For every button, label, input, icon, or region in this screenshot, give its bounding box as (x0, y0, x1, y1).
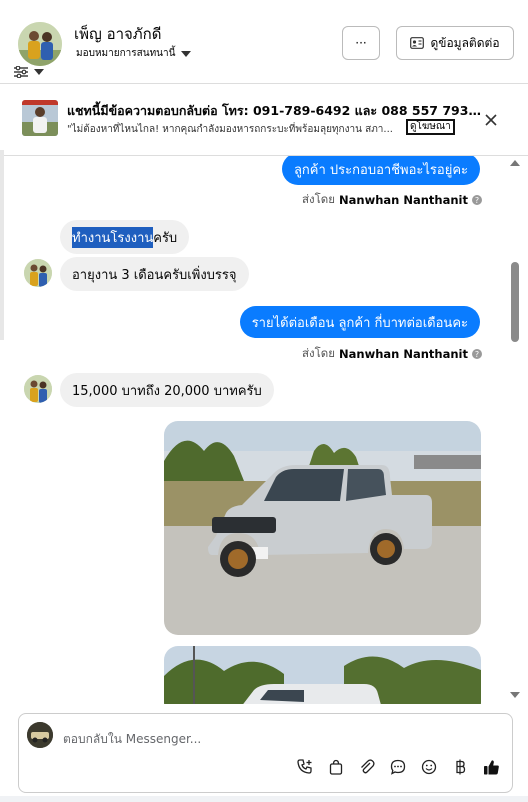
left-edge-strip (0, 150, 4, 340)
incoming-message[interactable]: อายุงาน 3 เดือนครับเพิ่งบรรจุ (60, 257, 249, 291)
sent-by-prefix: ส่งโดย (301, 346, 336, 360)
chevron-down-icon (34, 69, 44, 75)
sliders-icon (14, 66, 28, 78)
messenger-panel: เพ็ญ อาจภักดี มอบหมายการสนทนานี้ ··· ดูข… (0, 0, 528, 802)
sender-name: Nanwhan Nanthanit (339, 347, 468, 361)
sent-by-label: ส่งโดย Nanwhan Nanthanit ? (302, 345, 482, 363)
baht-icon[interactable] (451, 758, 469, 776)
sent-by-label: ส่งโดย Nanwhan Nanthanit ? (302, 191, 482, 209)
like-icon[interactable] (482, 758, 500, 776)
info-icon[interactable]: ? (472, 349, 482, 359)
message-input[interactable]: ตอบกลับใน Messenger... (63, 730, 201, 749)
sent-by-prefix: ส่งโดย (301, 192, 336, 206)
ad-thumbnail (22, 100, 58, 136)
call-add-icon[interactable] (296, 758, 314, 776)
scroll-down-arrow[interactable] (510, 692, 520, 698)
page-avatar (27, 722, 53, 748)
more-options-button[interactable]: ··· (342, 26, 380, 60)
conversation-header: เพ็ญ อาจภักดี มอบหมายการสนทนานี้ ··· ดูข… (0, 0, 528, 84)
contact-card-icon (410, 37, 425, 49)
message-image[interactable] (164, 646, 481, 704)
reply-composer: ตอบกลับใน Messenger... (18, 713, 513, 793)
chevron-down-icon (181, 50, 192, 57)
contact-avatar-small[interactable] (24, 259, 52, 287)
attach-icon[interactable] (358, 758, 376, 776)
message-text: ครับ (153, 230, 178, 246)
message-thread: ลูกค้า ประกอบอาชีพอะไรอยู่คะ ส่งโดย Nanw… (0, 156, 528, 704)
assign-conversation-dropdown[interactable]: มอบหมายการสนทนานี้ (76, 46, 192, 61)
emoji-icon[interactable] (420, 758, 438, 776)
incoming-message[interactable]: ทำงานโรงงาน ครับ (60, 220, 190, 254)
scrollbar-thumb[interactable] (511, 262, 519, 342)
close-icon (485, 114, 497, 126)
view-ad-link[interactable]: ดูโฆษณา (406, 119, 455, 135)
sender-name: Nanwhan Nanthanit (339, 193, 468, 207)
filter-menu-button[interactable] (14, 64, 50, 80)
contact-avatar-small[interactable] (24, 375, 52, 403)
selected-text: ทำงานโรงงาน (72, 226, 154, 248)
info-icon[interactable]: ? (472, 195, 482, 205)
message-image[interactable] (164, 421, 481, 635)
scroll-up-arrow[interactable] (510, 160, 520, 166)
composer-toolbar (296, 758, 500, 776)
chat-icon[interactable] (389, 758, 407, 776)
view-contact-label: ดูข้อมูลติดต่อ (430, 35, 500, 50)
close-banner-button[interactable] (481, 110, 501, 130)
contact-avatar[interactable] (18, 22, 62, 66)
contact-name: เพ็ญ อาจภักดี (74, 25, 162, 43)
ad-title: แชทนี้มีข้อความตอบกลับต่อ โทร: 091-789-6… (67, 103, 489, 118)
view-contact-button[interactable]: ดูข้อมูลติดต่อ (396, 26, 514, 60)
bag-icon[interactable] (327, 758, 345, 776)
assign-label: มอบหมายการสนทนานี้ (76, 48, 176, 59)
outgoing-message[interactable]: รายได้ต่อเดือน ลูกค้า กี่บาทต่อเดือนคะ (239, 306, 480, 338)
incoming-message[interactable]: 15,000 บาทถึง 20,000 บาทครับ (60, 373, 274, 407)
outgoing-message[interactable]: ลูกค้า ประกอบอาชีพอะไรอยู่คะ (281, 156, 480, 185)
bottom-edge (0, 796, 528, 802)
ad-reference-banner: แชทนี้มีข้อความตอบกลับต่อ โทร: 091-789-6… (0, 84, 528, 156)
ad-subtitle: "ไม่ต้องหาที่ไหนไกล! หากคุณกำลังมองหารถก… (67, 124, 393, 135)
